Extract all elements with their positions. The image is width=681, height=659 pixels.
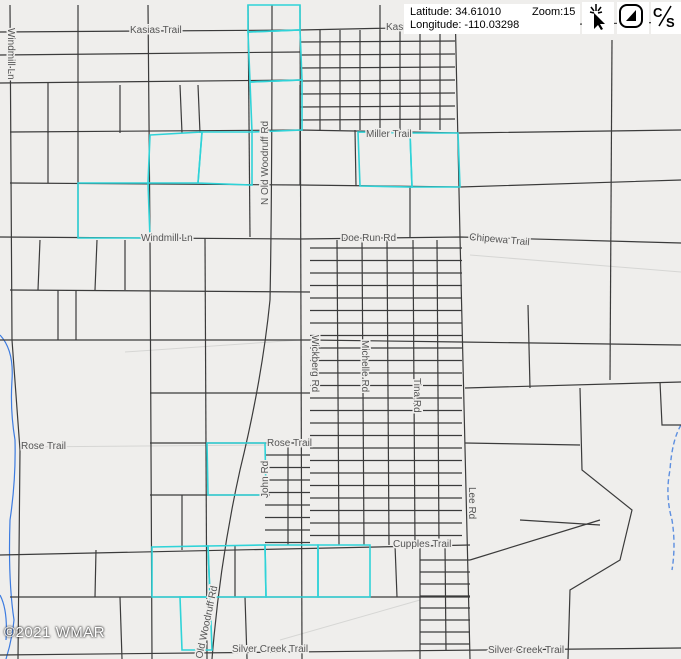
- label-doe-run-rd: Doe Run Rd: [341, 233, 396, 244]
- label-kasias-trail: Kasias Trail: [130, 25, 182, 36]
- water-stream: [0, 334, 16, 659]
- clear-selection-icon: C S: [653, 5, 675, 30]
- grid-street: [299, 40, 456, 43]
- svg-text:S: S: [666, 15, 675, 30]
- shape-select-icon: [619, 4, 643, 28]
- faint-line: [469, 254, 681, 273]
- label-tina-rd: Tina Rd: [411, 378, 422, 413]
- label-miller-trail: Miller Trail: [366, 129, 412, 140]
- label-cupples-trail: Cupples Trail: [393, 539, 451, 550]
- grid-street: [299, 92, 456, 95]
- map-canvas[interactable]: Kasias Trail Kasia Windmill Ln N Old Woo…: [0, 0, 681, 659]
- cursor-select-tool-button[interactable]: [582, 2, 614, 34]
- grid-street: [299, 105, 456, 108]
- shape-select-tool-button[interactable]: [617, 2, 649, 34]
- svg-text:C: C: [653, 5, 663, 20]
- longitude-label: Longitude: -110.03298: [410, 19, 520, 31]
- label-silver-creek-trail-right: Silver Creek Trail: [488, 645, 564, 656]
- label-n-old-woodruff-rd: N Old Woodruff Rd: [260, 121, 271, 205]
- cursor-sparkle-icon: [589, 4, 605, 30]
- grid-street: [444, 544, 447, 651]
- faint-line: [279, 599, 421, 641]
- label-windmill-ln: Windmill Ln: [141, 233, 193, 244]
- label-wickberg-rd: Wickberg Rd: [309, 335, 320, 392]
- clear-selection-tool-button[interactable]: C S: [651, 2, 681, 34]
- water-dashed: [667, 424, 681, 571]
- label-rose-trail-left: Rose Trail: [21, 441, 66, 452]
- label-old-woodruff-rd: Old Woodruff Rd: [194, 585, 220, 659]
- label-lee-rd: Lee Rd: [466, 487, 477, 519]
- zoom-level: Zoom:15: [532, 6, 576, 18]
- label-windmill-ln-vertical: Windmill Ln: [5, 28, 16, 80]
- label-rose-trail: Rose Trail: [267, 438, 312, 449]
- label-john-rd: John Rd: [260, 461, 271, 498]
- highlighted-parcels: [77, 4, 461, 651]
- grid-street: [299, 66, 456, 69]
- faint-line: [124, 339, 301, 353]
- label-michelle-rd: Michelle Rd: [359, 340, 370, 392]
- copyright-notice: ©2021 WMAR: [4, 624, 106, 641]
- grid-street: [299, 118, 456, 121]
- label-chipewa-trail: Chipewa Trail: [469, 232, 530, 248]
- label-silver-creek-trail-left: Silver Creek Trail: [232, 644, 308, 655]
- grid-street: [299, 53, 456, 56]
- grid-street: [354, 129, 357, 187]
- grid-street: [299, 79, 456, 82]
- map-layer[interactable]: Kasias Trail Kasia Windmill Ln N Old Woo…: [0, 0, 681, 659]
